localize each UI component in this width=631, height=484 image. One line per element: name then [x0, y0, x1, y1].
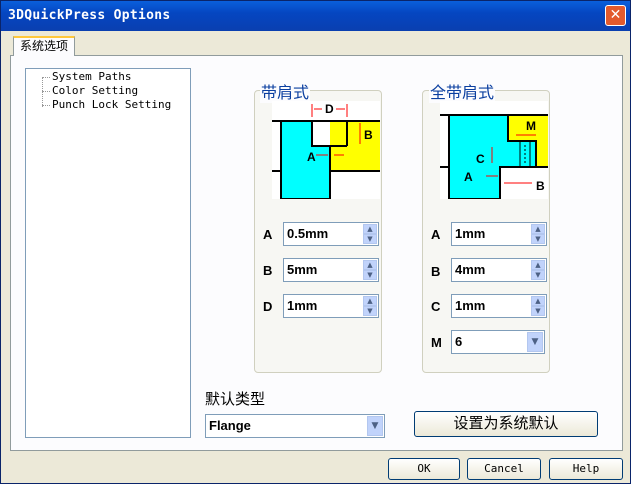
diagram-label-b2: B: [536, 179, 545, 193]
diagram-label-a2: A: [464, 170, 473, 184]
default-type-select[interactable]: Flange ▼: [205, 414, 385, 438]
full-field-a-value[interactable]: 1mm: [455, 226, 485, 241]
spin-up-icon[interactable]: ▲: [531, 260, 545, 270]
shoulder-diagram: D B A: [272, 101, 380, 199]
chevron-down-icon[interactable]: ▼: [367, 416, 383, 436]
m-select[interactable]: 6 ▼: [451, 330, 545, 354]
tree-item-system-paths[interactable]: System Paths: [52, 70, 131, 84]
field-b-label: B: [263, 263, 273, 278]
close-button[interactable]: ✕: [605, 5, 626, 26]
full-field-b-value[interactable]: 4mm: [455, 262, 485, 277]
spin-down-icon[interactable]: ▼: [531, 306, 545, 316]
set-as-system-default-button[interactable]: 设置为系统默认: [414, 411, 598, 437]
diagram-label-a: A: [307, 150, 316, 164]
full-field-a-label: A: [431, 227, 441, 242]
tree-connector: [42, 105, 50, 106]
field-d-value[interactable]: 1mm: [287, 298, 317, 313]
field-a-spinner[interactable]: 0.5mm ▲ ▼: [283, 222, 379, 246]
full-field-m-label: M: [431, 335, 442, 350]
diagram-label-m: M: [526, 119, 536, 133]
tree-connector: [42, 77, 50, 78]
group-shoulder-title: 带肩式: [260, 79, 311, 103]
spin-down-icon[interactable]: ▼: [363, 270, 377, 280]
field-d-spinner[interactable]: 1mm ▲ ▼: [283, 294, 379, 318]
spin-down-icon[interactable]: ▼: [363, 234, 377, 244]
group-full-shoulder-title: 全带肩式: [429, 79, 496, 103]
tree-item-punch-lock-setting[interactable]: Punch Lock Setting: [52, 98, 171, 112]
full-field-c-spinner[interactable]: 1mm ▲ ▼: [451, 294, 547, 318]
full-field-a-spinner[interactable]: 1mm ▲ ▼: [451, 222, 547, 246]
settings-tree: System Paths Color Setting Punch Lock Se…: [25, 68, 191, 438]
full-field-b-label: B: [431, 264, 441, 279]
help-button[interactable]: Help: [549, 458, 623, 480]
field-d-label: D: [263, 299, 273, 314]
spin-up-icon[interactable]: ▲: [363, 296, 377, 306]
tree-connector: [42, 91, 50, 92]
diagram-label-b: B: [364, 128, 373, 142]
full-field-c-label: C: [431, 299, 441, 314]
full-field-c-value[interactable]: 1mm: [455, 298, 485, 313]
spin-up-icon[interactable]: ▲: [531, 224, 545, 234]
options-dialog: 3DQuickPress Options ✕ 系统选项 System Paths…: [0, 0, 631, 484]
default-type-label: 默认类型: [205, 390, 266, 408]
chevron-down-icon[interactable]: ▼: [527, 332, 543, 352]
spin-down-icon[interactable]: ▼: [363, 306, 377, 316]
field-b-value[interactable]: 5mm: [287, 262, 317, 277]
full-field-b-spinner[interactable]: 4mm ▲ ▼: [451, 258, 547, 282]
title-bar[interactable]: 3DQuickPress Options ✕: [1, 1, 630, 31]
spin-down-icon[interactable]: ▼: [531, 234, 545, 244]
ok-button[interactable]: OK: [388, 458, 460, 480]
spin-up-icon[interactable]: ▲: [363, 260, 377, 270]
diagram-label-d: D: [325, 102, 334, 116]
tree-connector: [42, 77, 43, 107]
window-title: 3DQuickPress Options: [8, 8, 171, 23]
tree-item-color-setting[interactable]: Color Setting: [52, 84, 138, 98]
field-a-label: A: [263, 227, 273, 242]
m-select-value: 6: [455, 334, 463, 349]
field-a-value[interactable]: 0.5mm: [287, 226, 328, 241]
diagram-label-c: C: [476, 152, 485, 166]
full-shoulder-diagram: M C A B: [440, 101, 548, 199]
spin-down-icon[interactable]: ▼: [531, 270, 545, 280]
spin-up-icon[interactable]: ▲: [531, 296, 545, 306]
tab-system-options[interactable]: 系统选项: [13, 36, 75, 56]
default-type-value: Flange: [209, 418, 251, 433]
cancel-button[interactable]: Cancel: [467, 458, 541, 480]
spin-up-icon[interactable]: ▲: [363, 224, 377, 234]
field-b-spinner[interactable]: 5mm ▲ ▼: [283, 258, 379, 282]
